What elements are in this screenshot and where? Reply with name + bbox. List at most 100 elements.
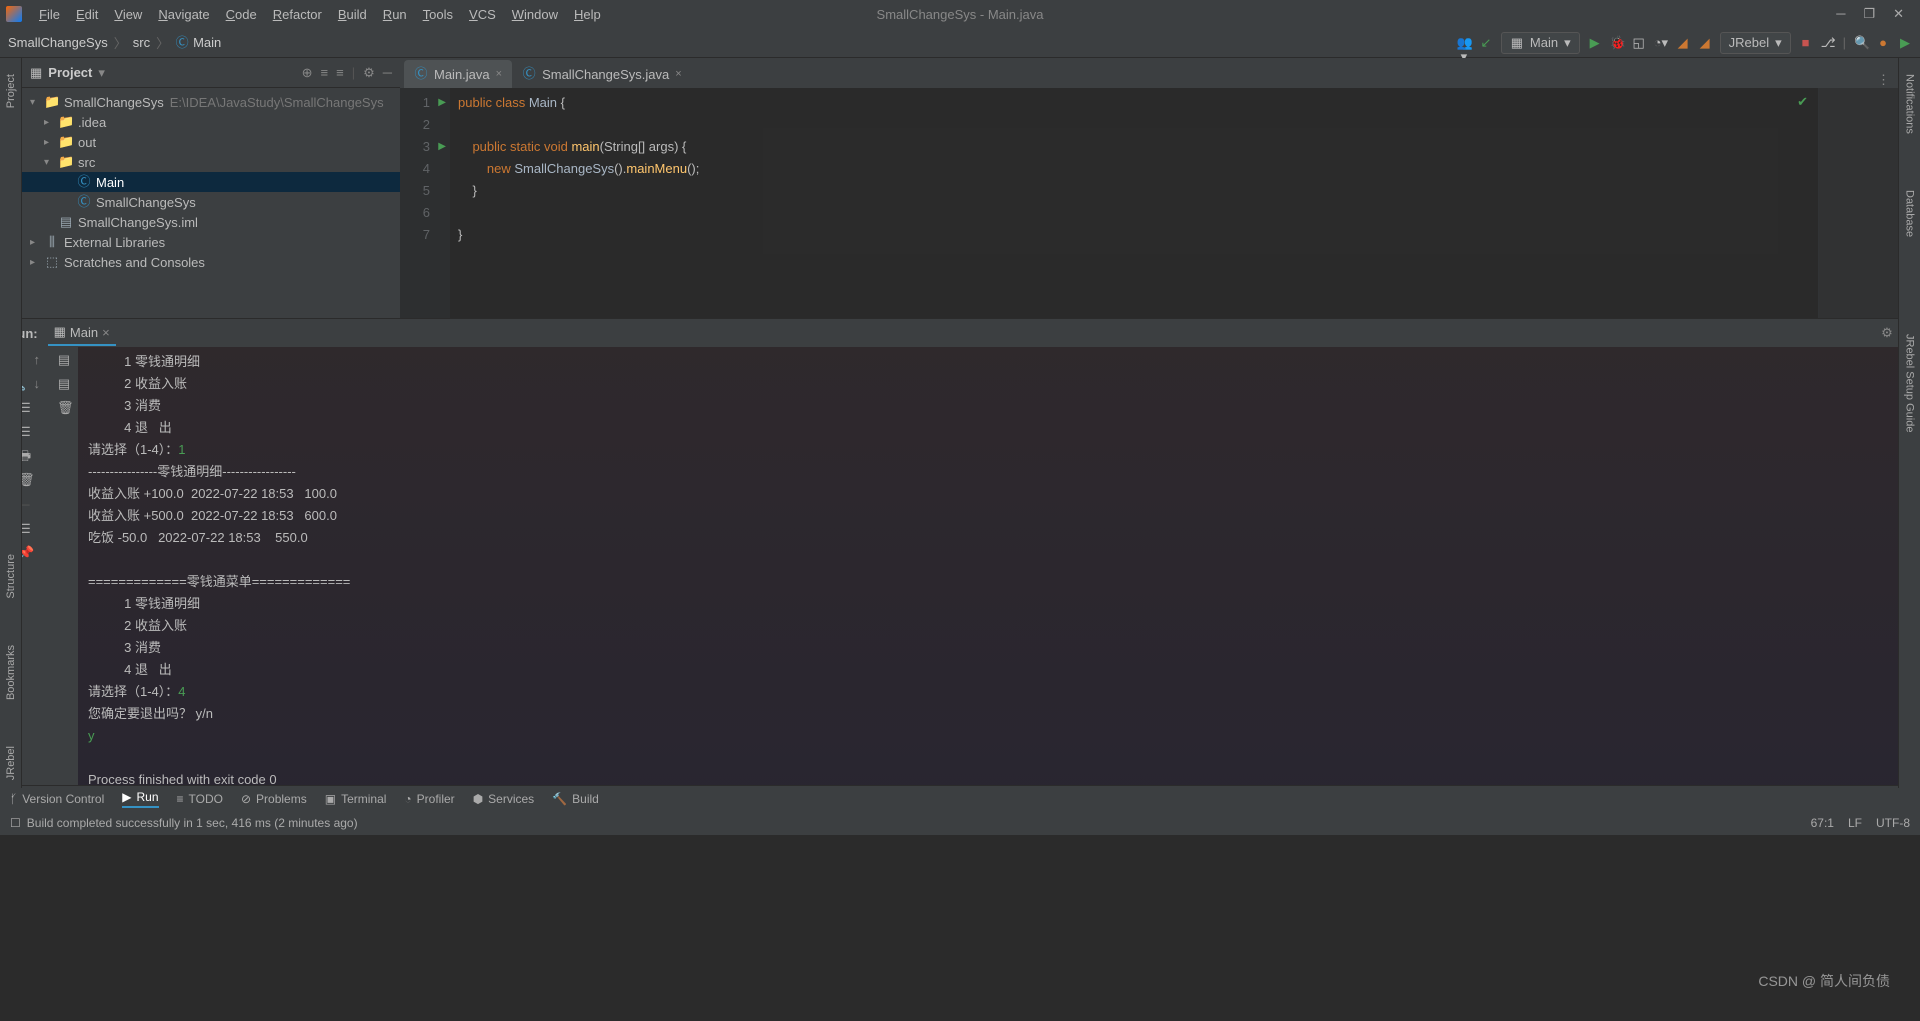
tree-node[interactable]: ▸📁.idea (22, 112, 400, 132)
menu-build[interactable]: Build (331, 4, 374, 25)
git-icon[interactable]: ⎇ (1821, 36, 1835, 50)
tree-arrow-icon[interactable]: ▾ (30, 97, 44, 108)
trash2-icon[interactable]: 🗑 (57, 401, 71, 415)
layout-icn-2[interactable]: ▤ (57, 353, 71, 367)
menu-run[interactable]: Run (376, 4, 414, 25)
left-tab-jrebel[interactable]: JRebel (3, 738, 19, 788)
hide-icon[interactable]: ─ (383, 65, 392, 81)
menu-code[interactable]: Code (219, 4, 264, 25)
cursor-position[interactable]: 67:1 (1811, 816, 1834, 830)
tree-node[interactable]: ▤SmallChangeSys.iml (22, 212, 400, 232)
tree-arrow-icon[interactable]: ▸ (30, 257, 44, 268)
tree-node[interactable]: ▸📁out (22, 132, 400, 152)
coverage-button[interactable]: ◱ (1632, 36, 1646, 50)
left-tab-structure[interactable]: Structure (3, 546, 19, 607)
jr-debug-icon[interactable]: ◢ (1698, 36, 1712, 50)
run-line-icon[interactable]: ▶ (438, 92, 446, 114)
bottom-tab-profiler[interactable]: ◔Profiler (404, 792, 454, 806)
menu-tools[interactable]: Tools (416, 4, 460, 25)
update-icon[interactable]: ↙ (1479, 36, 1493, 50)
code-area[interactable]: 1▶23▶4567 public class Main { public sta… (400, 88, 1898, 318)
breadcrumb-item[interactable]: SmallChangeSys (8, 35, 108, 50)
left-tab-project[interactable]: Project (3, 66, 19, 116)
profile-button[interactable]: ◔▾ (1654, 36, 1668, 50)
right-tab-notifications[interactable]: Notifications (1902, 66, 1918, 142)
tree-node[interactable]: ▸⬚Scratches and Consoles (22, 252, 400, 272)
close-icon[interactable]: × (102, 325, 110, 340)
bottom-tab-run[interactable]: ▶Run (122, 790, 158, 808)
editor-tab[interactable]: ⒸSmallChangeSys.java× (512, 60, 692, 88)
search-icon[interactable]: 🔍 (1854, 36, 1868, 50)
run-tab[interactable]: ▦ Main × (48, 320, 116, 346)
ide-update-icon[interactable]: ● (1876, 36, 1890, 50)
debug-button[interactable]: 🐞 (1610, 36, 1624, 50)
inspection-ok-icon[interactable]: ✔ (1797, 94, 1808, 110)
gear-icon[interactable]: ⚙ (1881, 325, 1893, 341)
tree-node[interactable]: ▸⫼External Libraries (22, 232, 400, 252)
tree-arrow-icon[interactable]: ▸ (44, 117, 58, 128)
console-output[interactable]: 1 零钱通明细 2 收益入账 3 消费 4 退 出请选择（1-4）：1-----… (78, 347, 1920, 785)
add-user-icon[interactable]: 👥▾ (1457, 36, 1471, 50)
menu-navigate[interactable]: Navigate (151, 4, 216, 25)
menu-window[interactable]: Window (505, 4, 565, 25)
stop-button[interactable]: ■ (1799, 36, 1813, 50)
menu-edit[interactable]: Edit (69, 4, 105, 25)
bottom-tab-todo[interactable]: ≡TODO (177, 792, 223, 806)
run-button[interactable]: ▶ (1588, 36, 1602, 50)
tree-arrow-icon[interactable]: ▾ (44, 157, 58, 168)
jr-run-icon[interactable]: ◢ (1676, 36, 1690, 50)
todo-icon: ≡ (177, 792, 184, 806)
project-header: ▦ Project ▾ ⊕ ≡ ≡ | ⚙ ─ (22, 58, 400, 88)
right-tab-database[interactable]: Database (1902, 182, 1918, 245)
close-icon[interactable]: × (675, 68, 681, 80)
editor-tab[interactable]: ⒸMain.java× (404, 60, 512, 88)
run-anything-icon[interactable]: ▶ (1898, 36, 1912, 50)
bottom-tab-problems[interactable]: ⊘Problems (241, 792, 307, 806)
tree-node[interactable]: ▾📁SmallChangeSysE:\IDEA\JavaStudy\SmallC… (22, 92, 400, 112)
minimap[interactable] (1818, 88, 1898, 318)
bottom-tab-version-control[interactable]: ᚶVersion Control (10, 792, 104, 806)
menu-refactor[interactable]: Refactor (266, 4, 329, 25)
menu-file[interactable]: File (32, 4, 67, 25)
select-opened-icon[interactable]: ⊕ (302, 65, 313, 81)
left-gutter-lower: JRebel Bookmarks Structure (0, 318, 22, 788)
tree-node[interactable]: ▾📁src (22, 152, 400, 172)
bottom-tab-terminal[interactable]: ▣Terminal (325, 792, 387, 806)
jrebel-selector[interactable]: JRebel ▾ (1720, 32, 1791, 54)
right-tab-jrebel-guide[interactable]: JRebel Setup Guide (1902, 326, 1918, 440)
title-bar: FileEditViewNavigateCodeRefactorBuildRun… (0, 0, 1920, 28)
menu-help[interactable]: Help (567, 4, 608, 25)
collapse-all-icon[interactable]: ≡ (336, 65, 344, 81)
bottom-tab-services[interactable]: ⬢Services (473, 792, 535, 806)
file-encoding[interactable]: UTF-8 (1876, 816, 1910, 830)
breadcrumb-item[interactable]: src (133, 35, 150, 50)
close-icon[interactable]: × (496, 68, 502, 80)
editor-tabs: ⒸMain.java×ⒸSmallChangeSys.java× ⋮ (400, 58, 1898, 88)
tree-node[interactable]: ⒸSmallChangeSys (22, 192, 400, 212)
menu-view[interactable]: View (107, 4, 149, 25)
code-text[interactable]: public class Main { public static void m… (450, 88, 1818, 318)
gear-icon[interactable]: ⚙ (363, 65, 375, 81)
project-tree[interactable]: ▾📁SmallChangeSysE:\IDEA\JavaStudy\SmallC… (22, 88, 400, 318)
status-message[interactable]: ☐ Build completed successfully in 1 sec,… (10, 816, 358, 830)
minimize-button[interactable]: ─ (1836, 6, 1845, 22)
maximize-button[interactable]: ❐ (1863, 6, 1875, 22)
line-separator[interactable]: LF (1848, 816, 1862, 830)
expand-all-icon[interactable]: ≡ (321, 65, 329, 81)
tree-node[interactable]: ⒸMain (22, 172, 400, 192)
line-gutter[interactable]: 1▶23▶4567 (400, 88, 450, 318)
left-tab-bookmarks[interactable]: Bookmarks (3, 637, 19, 708)
tree-arrow-icon[interactable]: ▸ (44, 137, 58, 148)
tree-label: src (78, 155, 95, 170)
bottom-tab-build[interactable]: 🔨Build (552, 792, 599, 806)
menu-vcs[interactable]: VCS (462, 4, 503, 25)
run-line-icon[interactable]: ▶ (438, 136, 446, 158)
close-button[interactable]: ✕ (1893, 6, 1904, 22)
filter-icon[interactable]: ▤ (57, 377, 71, 391)
tree-arrow-icon[interactable]: ▸ (30, 237, 44, 248)
breadcrumb-item[interactable]: Ⓒ Main (175, 35, 221, 50)
tree-icon: Ⓒ (76, 175, 92, 189)
run-config-selector[interactable]: ▦ Main ▾ (1501, 32, 1580, 54)
more-tabs-icon[interactable]: ⋮ (1869, 72, 1898, 88)
chevron-down-icon[interactable]: ▾ (98, 65, 105, 81)
